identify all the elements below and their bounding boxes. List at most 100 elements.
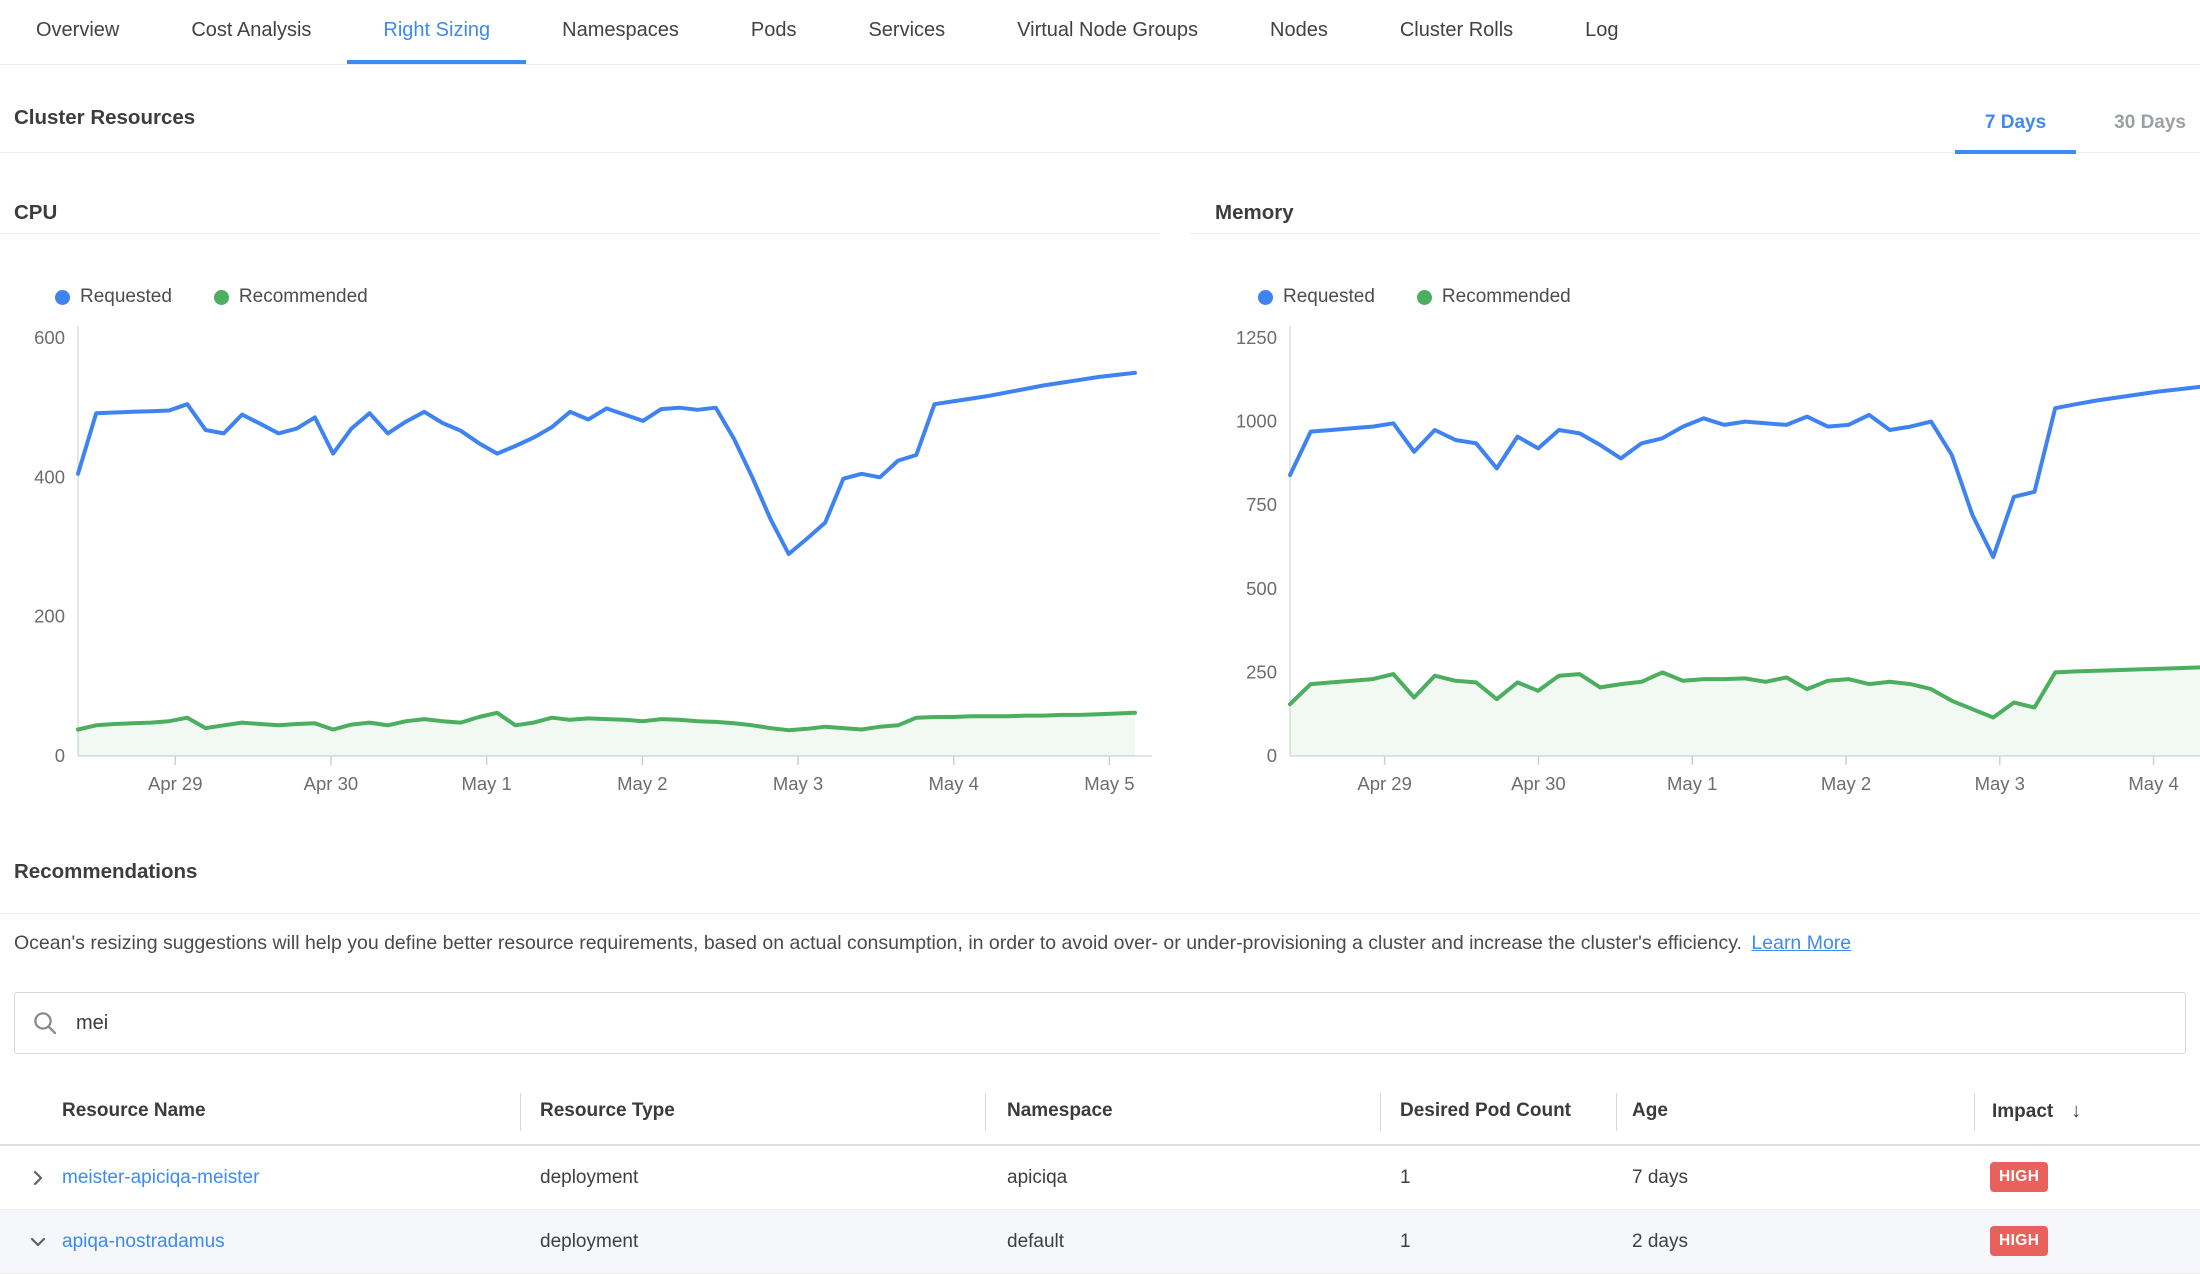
table-row[interactable]: apiqa-nostradamus deployment default 1 2… xyxy=(0,1210,2200,1274)
cpu-chart-panel: CPU Requested Recommended 600 400 200 0 Apr … xyxy=(0,190,1160,810)
svg-text:1250: 1250 xyxy=(1236,327,1277,348)
svg-text:Apr 29: Apr 29 xyxy=(148,773,203,794)
tab-namespaces[interactable]: Namespaces xyxy=(526,0,715,64)
svg-text:1000: 1000 xyxy=(1236,411,1277,432)
svg-text:May 4: May 4 xyxy=(929,773,979,794)
recommendations-description: Ocean's resizing suggestions will help y… xyxy=(14,932,1851,955)
legend-item-recommended: Recommended xyxy=(214,286,368,308)
learn-more-link[interactable]: Learn More xyxy=(1751,932,1851,954)
svg-text:Apr 30: Apr 30 xyxy=(1511,773,1566,794)
column-header-resource-type[interactable]: Resource Type xyxy=(540,1078,675,1144)
impact-header-label: Impact xyxy=(1992,1101,2053,1122)
column-header-age[interactable]: Age xyxy=(1632,1078,1668,1144)
legend-item-requested: Requested xyxy=(1258,286,1375,308)
svg-text:Apr 30: Apr 30 xyxy=(304,773,359,794)
recommendations-table: Resource Name Resource Type Namespace De… xyxy=(0,1078,2200,1274)
tab-nodes[interactable]: Nodes xyxy=(1234,0,1364,64)
cpu-chart-title: CPU xyxy=(14,201,57,225)
divider xyxy=(0,913,2200,914)
recommendations-title: Recommendations xyxy=(14,860,197,884)
svg-text:May 4: May 4 xyxy=(2128,773,2178,794)
divider xyxy=(1190,233,2200,234)
range-tab-7-days[interactable]: 7 Days xyxy=(1955,112,2076,154)
column-divider xyxy=(520,1093,521,1131)
namespace-cell: default xyxy=(1007,1210,1064,1274)
svg-text:500: 500 xyxy=(1246,578,1277,599)
svg-text:Apr 29: Apr 29 xyxy=(1357,773,1412,794)
divider xyxy=(0,233,1160,234)
legend-label: Recommended xyxy=(239,286,368,308)
cluster-resources-header: Cluster Resources 7 Days 30 Days xyxy=(0,66,2200,153)
time-range-toggle: 7 Days 30 Days xyxy=(1955,112,2200,154)
memory-legend: Requested Recommended xyxy=(1258,286,1571,308)
recommended-legend-dot xyxy=(214,290,229,305)
svg-text:0: 0 xyxy=(1267,745,1277,766)
tab-right-sizing[interactable]: Right Sizing xyxy=(347,0,526,64)
column-header-resource-name[interactable]: Resource Name xyxy=(62,1078,206,1144)
search-input[interactable] xyxy=(74,1011,2168,1036)
column-header-desired-pod-count[interactable]: Desired Pod Count xyxy=(1400,1078,1571,1144)
legend-item-requested: Requested xyxy=(55,286,172,308)
resource-name-link[interactable]: meister-apiciqa-meister xyxy=(62,1146,259,1210)
cpu-legend: Requested Recommended xyxy=(55,286,368,308)
legend-label: Requested xyxy=(1283,286,1375,308)
svg-text:250: 250 xyxy=(1246,661,1277,682)
tab-log[interactable]: Log xyxy=(1549,0,1654,64)
chevron-right-icon[interactable] xyxy=(28,1168,48,1188)
tab-overview[interactable]: Overview xyxy=(0,0,155,64)
column-header-impact[interactable]: Impact ↓ xyxy=(1992,1078,2081,1145)
table-header-row: Resource Name Resource Type Namespace De… xyxy=(0,1078,2200,1146)
tab-cluster-rolls[interactable]: Cluster Rolls xyxy=(1364,0,1549,64)
main-tab-bar: Overview Cost Analysis Right Sizing Name… xyxy=(0,0,2200,65)
tab-virtual-node-groups[interactable]: Virtual Node Groups xyxy=(981,0,1234,64)
impact-badge: HIGH xyxy=(1990,1162,2048,1192)
svg-text:May 5: May 5 xyxy=(1084,773,1134,794)
requested-legend-dot xyxy=(55,290,70,305)
svg-text:May 2: May 2 xyxy=(617,773,667,794)
memory-chart-title: Memory xyxy=(1215,201,1294,225)
svg-text:May 1: May 1 xyxy=(1667,773,1717,794)
column-divider xyxy=(1974,1093,1975,1131)
tab-cost-analysis[interactable]: Cost Analysis xyxy=(155,0,347,64)
table-row[interactable]: meister-apiciqa-meister deployment apici… xyxy=(0,1146,2200,1210)
svg-text:0: 0 xyxy=(55,745,65,766)
tab-pods[interactable]: Pods xyxy=(715,0,833,64)
svg-text:200: 200 xyxy=(34,606,65,627)
memory-chart-panel: Memory Requested Recommended 1250 1000 750… xyxy=(1190,190,2200,810)
column-divider xyxy=(1616,1093,1617,1131)
svg-text:600: 600 xyxy=(34,327,65,348)
memory-line-chart: 1250 1000 750 500 250 0 Apr 29 Apr 30 May 1 May 2… xyxy=(1190,318,2200,796)
requested-legend-dot xyxy=(1258,290,1273,305)
svg-text:May 1: May 1 xyxy=(461,773,511,794)
tab-services[interactable]: Services xyxy=(832,0,981,64)
age-cell: 2 days xyxy=(1632,1210,1688,1274)
cpu-line-chart: 600 400 200 0 Apr 29 Apr 30 May 1 May 2 May 3 May… xyxy=(0,318,1160,796)
column-header-namespace[interactable]: Namespace xyxy=(1007,1078,1113,1144)
resource-type-cell: deployment xyxy=(540,1146,638,1210)
age-cell: 7 days xyxy=(1632,1146,1688,1210)
page-title: Cluster Resources xyxy=(14,106,195,130)
namespace-cell: apiciqa xyxy=(1007,1146,1067,1210)
sort-desc-icon[interactable]: ↓ xyxy=(2071,1100,2081,1122)
search-box[interactable] xyxy=(14,992,2186,1054)
column-divider xyxy=(1380,1093,1381,1131)
legend-item-recommended: Recommended xyxy=(1417,286,1571,308)
recommendations-text: Ocean's resizing suggestions will help y… xyxy=(14,932,1742,954)
search-icon xyxy=(32,1010,59,1037)
desired-pod-count-cell: 1 xyxy=(1400,1146,1411,1210)
impact-badge: HIGH xyxy=(1990,1226,2048,1256)
resource-name-link[interactable]: apiqa-nostradamus xyxy=(62,1210,225,1274)
legend-label: Recommended xyxy=(1442,286,1571,308)
legend-label: Requested xyxy=(80,286,172,308)
svg-text:May 3: May 3 xyxy=(773,773,823,794)
recommended-legend-dot xyxy=(1417,290,1432,305)
column-divider xyxy=(985,1093,986,1131)
resource-type-cell: deployment xyxy=(540,1210,638,1274)
svg-text:750: 750 xyxy=(1246,494,1277,515)
desired-pod-count-cell: 1 xyxy=(1400,1210,1411,1274)
svg-text:400: 400 xyxy=(34,466,65,487)
svg-text:May 3: May 3 xyxy=(1975,773,2025,794)
range-tab-30-days[interactable]: 30 Days xyxy=(2084,112,2200,154)
chevron-down-icon[interactable] xyxy=(28,1232,48,1252)
svg-text:May 2: May 2 xyxy=(1821,773,1871,794)
